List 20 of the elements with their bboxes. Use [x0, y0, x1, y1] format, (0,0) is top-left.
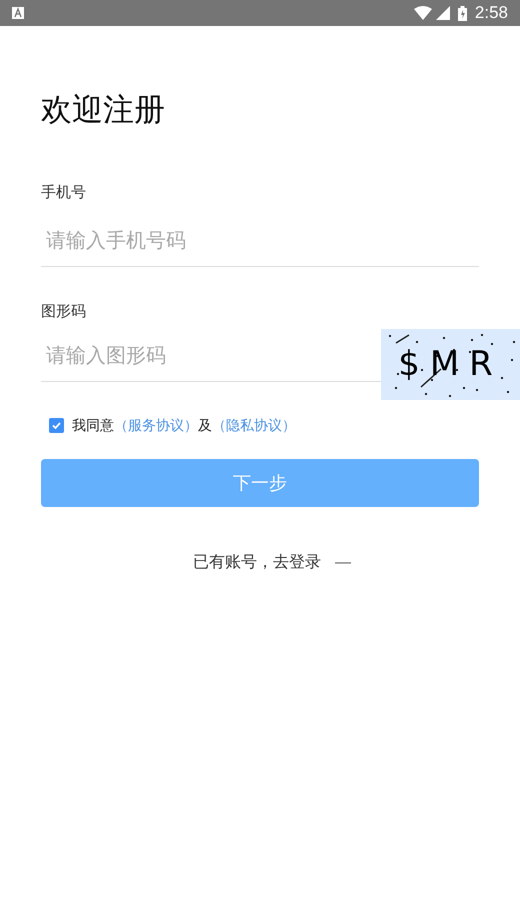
- battery-icon: [458, 6, 467, 20]
- check-icon: [51, 420, 62, 431]
- next-button[interactable]: 下一步: [41, 459, 479, 507]
- clock: 2:58: [474, 2, 508, 24]
- field-label: 图形码: [41, 302, 87, 322]
- wifi-icon: [414, 6, 432, 20]
- login-link[interactable]: 已有账号，去登录: [193, 551, 321, 575]
- captcha-input-field[interactable]: 请输入图形码: [41, 332, 381, 382]
- app-notification-icon: [12, 7, 24, 19]
- service-agreement-link[interactable]: （服务协议）: [114, 415, 198, 436]
- dash-text: —: [335, 553, 351, 573]
- field-label: 手机号: [41, 183, 87, 203]
- conjunction-text: 及: [198, 416, 212, 435]
- agreement-text: 我同意: [72, 416, 114, 435]
- page-title: 欢迎注册: [41, 91, 166, 129]
- agreement-checkbox[interactable]: [49, 418, 64, 433]
- phone-input-field[interactable]: 请输入手机号码: [41, 216, 479, 266]
- signal-icon: [436, 6, 450, 20]
- captcha-image[interactable]: $MR: [381, 329, 520, 400]
- privacy-agreement-link[interactable]: （隐私协议）: [212, 415, 296, 436]
